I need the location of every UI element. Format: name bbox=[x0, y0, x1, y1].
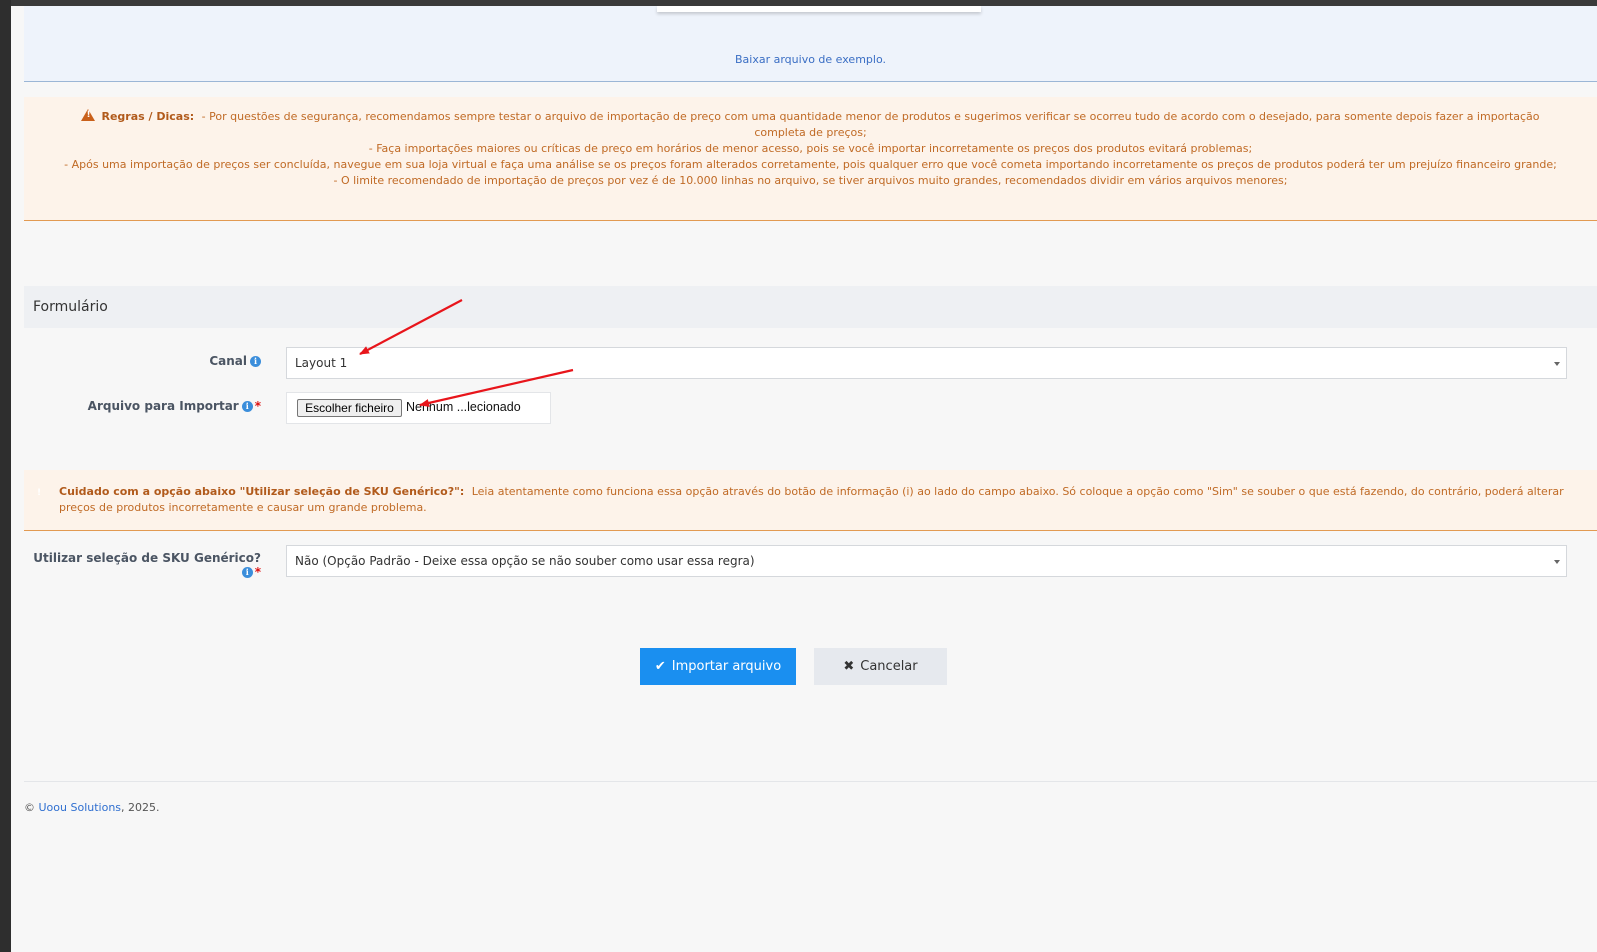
caution-title: Cuidado com a opção abaixo "Utilizar sel… bbox=[59, 485, 465, 498]
required-asterisk: * bbox=[254, 565, 261, 579]
canal-select[interactable]: Layout 1 bbox=[286, 347, 1567, 379]
file-input[interactable]: Escolher ficheiro Nenhum ...lecionado bbox=[286, 392, 551, 424]
sidebar-strip bbox=[0, 0, 11, 952]
required-asterisk: * bbox=[254, 399, 261, 413]
file-label: Arquivo para Importar i * bbox=[51, 399, 261, 413]
import-button-label: Importar arquivo bbox=[671, 659, 782, 674]
rules-line-2: - Faça importações maiores ou críticas d… bbox=[368, 142, 1253, 155]
company-link[interactable]: Uoou Solutions bbox=[39, 801, 122, 814]
sku-select[interactable]: Não (Opção Padrão - Deixe essa opção se … bbox=[286, 545, 1567, 577]
choose-file-button[interactable]: Escolher ficheiro bbox=[297, 399, 402, 417]
cancel-button[interactable]: ✖ Cancelar bbox=[814, 648, 947, 685]
download-sample-link[interactable]: Baixar arquivo de exemplo. bbox=[24, 53, 1597, 66]
page-content: Baixar arquivo de exemplo. Regras / Dica… bbox=[11, 6, 1597, 952]
file-label-text: Arquivo para Importar bbox=[87, 399, 239, 413]
import-file-button[interactable]: ✔ Importar arquivo bbox=[640, 648, 796, 685]
canal-label-text: Canal bbox=[209, 354, 247, 368]
rules-line-1: - Por questões de segurança, recomendamo… bbox=[201, 110, 1540, 139]
cancel-button-label: Cancelar bbox=[860, 659, 918, 674]
info-circle-icon[interactable]: i bbox=[241, 567, 253, 578]
check-icon: ✔ bbox=[654, 659, 666, 674]
chevron-down-icon bbox=[1554, 362, 1560, 366]
info-circle-icon[interactable]: i bbox=[241, 401, 253, 412]
copyright-prefix: © bbox=[24, 801, 39, 814]
warning-triangle-icon bbox=[81, 109, 96, 121]
canal-label: Canal i bbox=[151, 354, 261, 368]
sku-select-value: Não (Opção Padrão - Deixe essa opção se … bbox=[295, 554, 755, 568]
rules-alert: Regras / Dicas: - Por questões de segura… bbox=[24, 97, 1597, 221]
rules-title: Regras / Dicas: bbox=[101, 110, 195, 123]
footer-divider bbox=[24, 781, 1597, 782]
upload-dropzone-edge bbox=[657, 6, 981, 12]
rules-line-3: - Após uma importação de preços ser conc… bbox=[64, 158, 1557, 171]
sku-caution-alert: Cuidado com a opção abaixo "Utilizar sel… bbox=[24, 470, 1597, 531]
chevron-down-icon bbox=[1554, 560, 1560, 564]
times-icon: ✖ bbox=[843, 659, 855, 674]
info-circle-icon[interactable]: i bbox=[250, 356, 261, 367]
copyright-suffix: , 2025. bbox=[121, 801, 160, 814]
sku-label-text: Utilizar seleção de SKU Genérico? bbox=[33, 551, 261, 565]
file-status-text: Nenhum ...lecionado bbox=[406, 400, 521, 414]
upload-area: Baixar arquivo de exemplo. bbox=[24, 6, 1597, 82]
footer: © Uoou Solutions, 2025. bbox=[24, 801, 160, 814]
canal-select-value: Layout 1 bbox=[295, 356, 348, 370]
rules-line-4: - O limite recomendado de importação de … bbox=[333, 174, 1288, 187]
sku-label: Utilizar seleção de SKU Genérico? i * bbox=[31, 551, 261, 579]
form-section-header: Formulário bbox=[24, 286, 1597, 328]
